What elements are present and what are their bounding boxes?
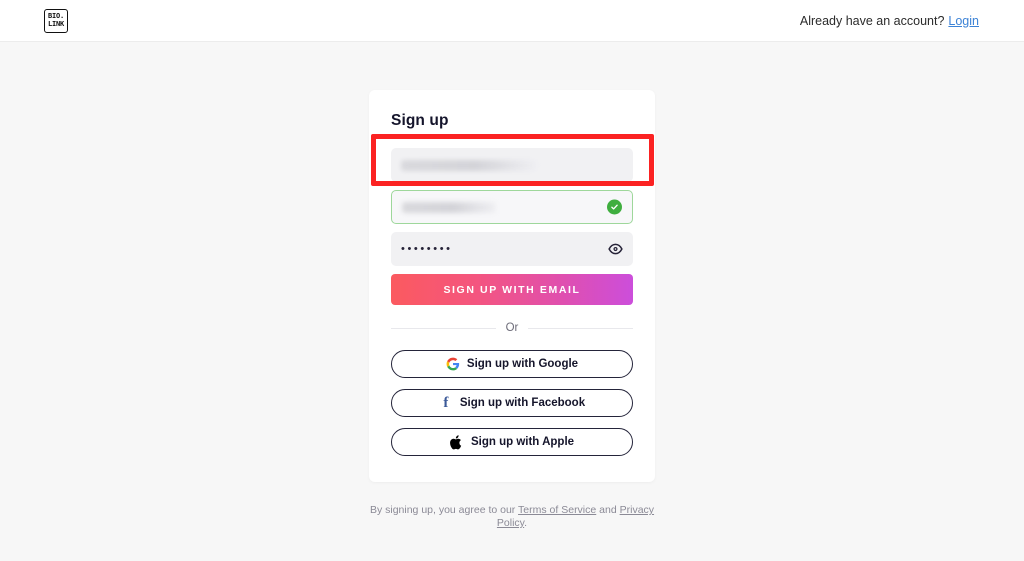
eye-icon[interactable] — [608, 242, 623, 257]
account-prompt: Already have an account? Login — [800, 14, 979, 28]
bio-link-logo[interactable]: BIO. LINK — [44, 8, 68, 33]
or-divider: Or — [391, 322, 633, 334]
divider-rule-left — [391, 327, 496, 329]
divider-rule-right — [528, 327, 633, 329]
divider-label: Or — [505, 322, 519, 334]
legal-footer: By signing up, you agree to our Terms of… — [362, 504, 662, 530]
legal-conjunction: and — [599, 504, 617, 516]
top-header-bar: BIO. LINK Already have an account? Login — [0, 0, 1024, 42]
terms-of-service-link[interactable]: Terms of Service — [518, 504, 596, 516]
apple-signup-label: Sign up with Apple — [470, 436, 575, 448]
logo-line-1: BIO. — [47, 12, 65, 20]
facebook-signup-button[interactable]: f Sign up with Facebook — [391, 389, 633, 417]
redacted-value — [401, 159, 537, 171]
signup-with-email-button[interactable]: Sign up with email — [391, 274, 633, 305]
google-signup-button[interactable]: Sign up with Google — [391, 350, 633, 378]
email-field[interactable] — [391, 190, 633, 224]
account-prompt-text: Already have an account? — [799, 13, 945, 28]
legal-prefix: By signing up, you agree to our — [369, 504, 516, 516]
facebook-signup-label: Sign up with Facebook — [459, 397, 586, 409]
password-masked-value: •••••••• — [401, 242, 453, 255]
google-icon — [446, 357, 460, 371]
apple-icon — [450, 434, 464, 449]
apple-signup-button[interactable]: Sign up with Apple — [391, 428, 633, 456]
legal-suffix: . — [524, 517, 528, 530]
google-signup-label: Sign up with Google — [466, 358, 579, 370]
password-field[interactable]: •••••••• — [391, 232, 633, 266]
username-or-name-field[interactable] — [391, 148, 633, 182]
signup-card: Sign up •••••••• SIGN UP WITH EMAIL Or S… — [369, 90, 655, 482]
page-body: Sign up •••••••• SIGN UP WITH EMAIL Or S… — [0, 42, 1024, 561]
check-circle-icon — [607, 199, 622, 215]
page-title: Sign up — [391, 112, 449, 129]
login-link[interactable]: Login — [948, 14, 979, 28]
facebook-icon: f — [443, 394, 449, 411]
logo-line-2: LINK — [47, 20, 65, 28]
redacted-value — [402, 201, 496, 213]
